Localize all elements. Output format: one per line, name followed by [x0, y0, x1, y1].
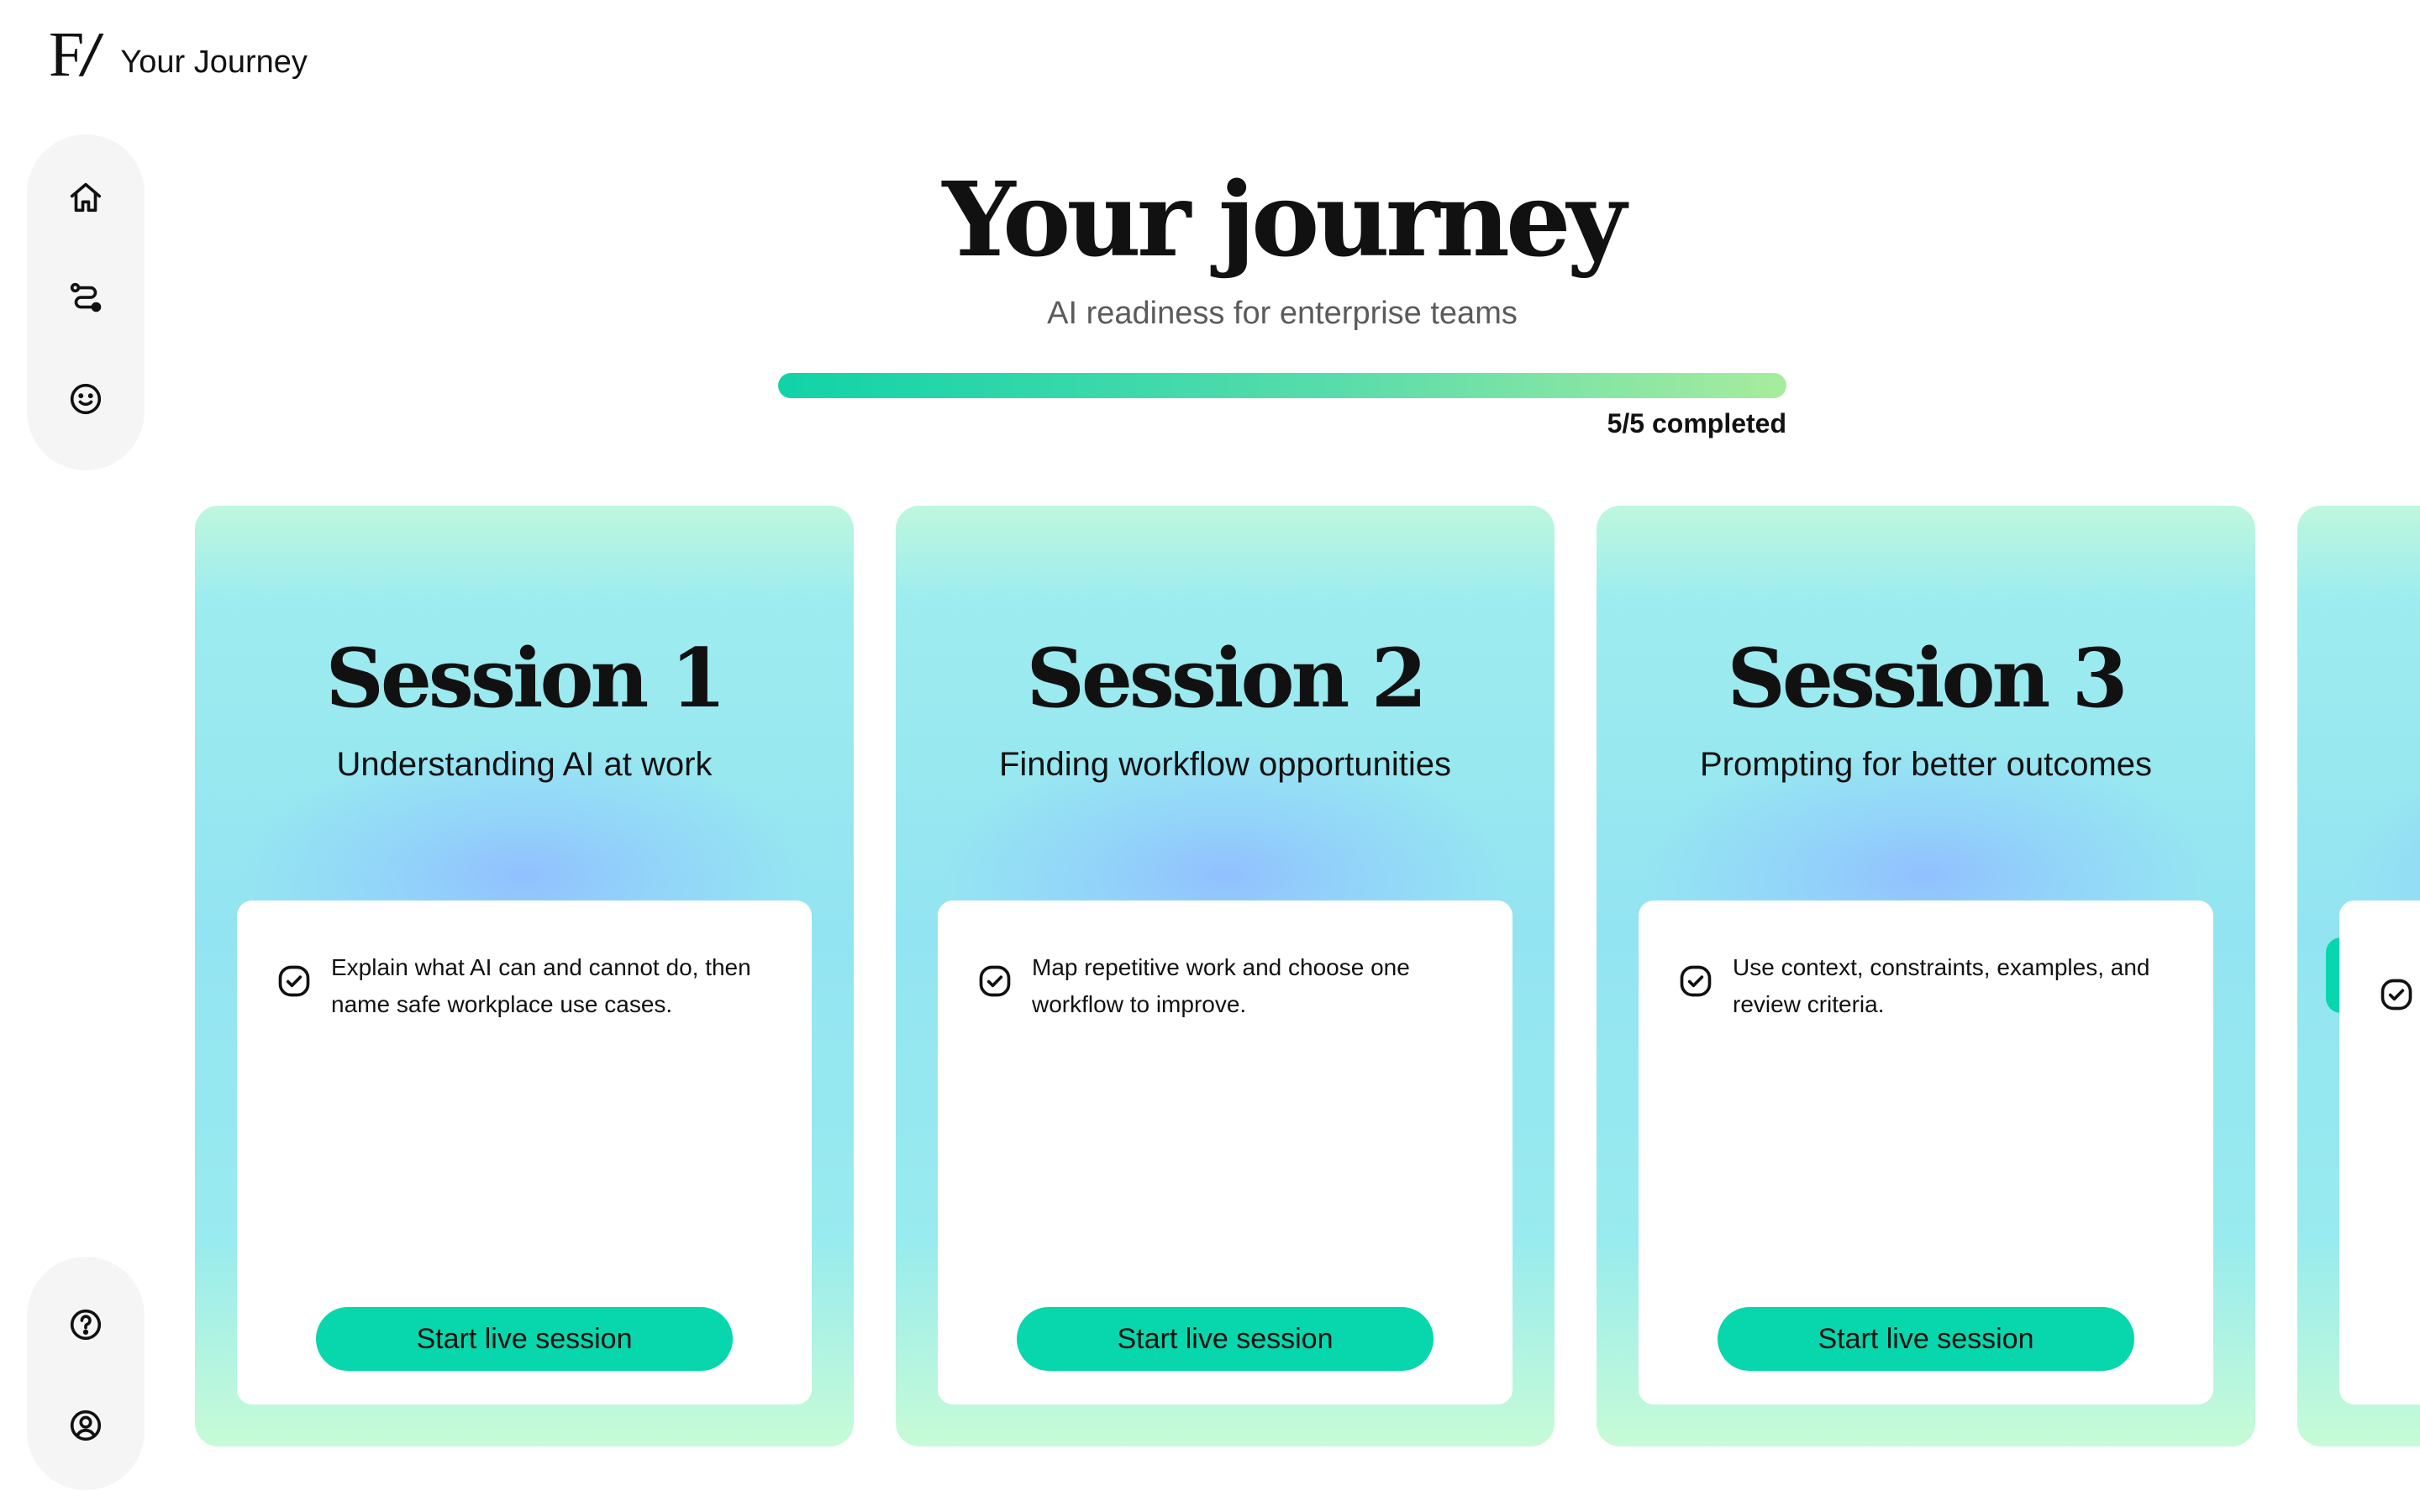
checkbox-checked-icon[interactable]: [2378, 976, 2415, 1013]
page-subtitle: AI readiness for enterprise teams: [1047, 296, 1518, 331]
session-title: Session 3: [1727, 631, 2128, 726]
task-item: Use context, constraints, examples, and …: [1677, 949, 2180, 1023]
app-header: F/ Your Journey: [49, 19, 308, 94]
hero: Your journey AI readiness for enterprise…: [0, 168, 2420, 332]
session-title: Session 1: [325, 631, 726, 726]
progress-fill: [778, 373, 1786, 398]
session-card: Session 3 Prompting for better outcomes …: [1597, 506, 2255, 1446]
help-icon: [66, 1305, 105, 1348]
smiley-icon: [66, 380, 105, 423]
start-live-session-button[interactable]: Start live session: [1718, 1307, 2134, 1371]
task-item: Explain what AI can and cannot do, then …: [276, 949, 778, 1023]
session-details: Explain what AI can and cannot do, then …: [237, 900, 812, 1404]
session-card: Session 2 Finding workflow opportunities…: [896, 506, 1555, 1446]
nav-feedback-button[interactable]: [63, 378, 108, 423]
session-details: Map repetitive work and choose one workf…: [938, 900, 1512, 1404]
brand-logo[interactable]: F/: [49, 19, 102, 90]
progress-bar: [778, 373, 1786, 398]
app-title: Your Journey: [120, 44, 308, 80]
task-text: Map repetitive work and choose one workf…: [1032, 954, 1410, 1017]
profile-icon: [66, 1406, 105, 1449]
sidebar-bottom: [27, 1257, 145, 1490]
task-text: Use context, constraints, examples, and …: [1733, 954, 2150, 1017]
session-subtitle: Prompting for better outcomes: [1699, 746, 2153, 783]
session-details: Use context, constraints, examples, and …: [1639, 900, 2213, 1404]
session-subtitle: Finding workflow opportunities: [998, 746, 1452, 783]
session-details: [2339, 900, 2420, 1404]
session-title: Session 2: [1026, 631, 1427, 726]
start-live-session-button[interactable]: Start live session: [1017, 1307, 1434, 1371]
checkbox-checked-icon[interactable]: [976, 963, 1013, 1000]
nav-help-button[interactable]: [63, 1304, 108, 1349]
task-text: Explain what AI can and cannot do, then …: [331, 954, 751, 1017]
progress-label: 5/5 completed: [1607, 408, 1786, 438]
task-item: Map repetitive work and choose one workf…: [976, 949, 1479, 1023]
session-subtitle: Understanding AI at work: [336, 746, 713, 783]
start-live-session-button[interactable]: Start live session: [316, 1307, 733, 1371]
session-carousel[interactable]: Session 1 Understanding AI at work Expla…: [195, 506, 2420, 1446]
nav-profile-button[interactable]: [63, 1404, 108, 1450]
session-card-partial[interactable]: [2297, 506, 2420, 1446]
session-card: Session 1 Understanding AI at work Expla…: [195, 506, 854, 1446]
checkbox-checked-icon[interactable]: [276, 963, 313, 1000]
checkbox-checked-icon[interactable]: [1677, 963, 1714, 1000]
page-title: Your journey: [942, 159, 1626, 280]
